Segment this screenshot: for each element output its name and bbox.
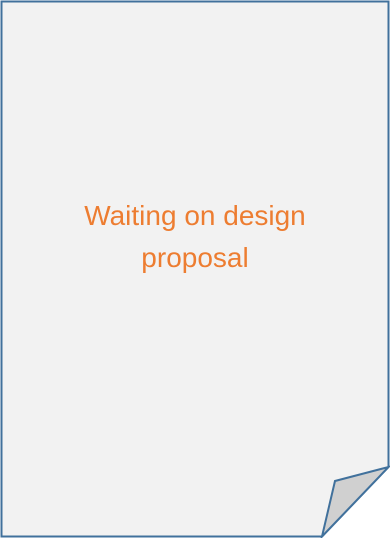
status-message: Waiting on design proposal [84, 200, 306, 273]
placeholder-document: Waiting on design proposal [0, 0, 390, 538]
